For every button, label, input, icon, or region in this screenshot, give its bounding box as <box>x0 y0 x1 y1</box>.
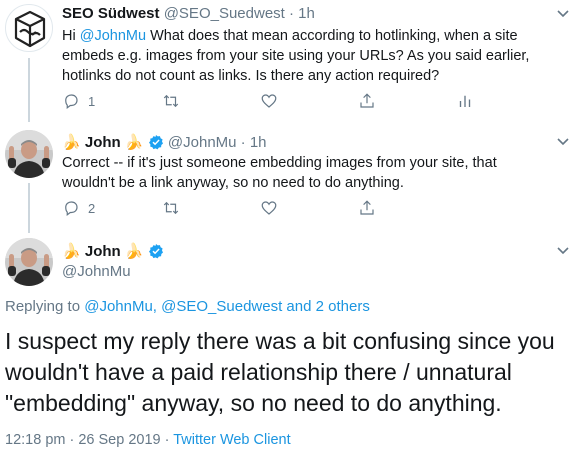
more-menu-button[interactable] <box>556 6 570 25</box>
reply-icon <box>65 201 78 216</box>
client-link[interactable]: Twitter Web Client <box>173 432 290 448</box>
retweet-icon <box>163 201 179 215</box>
share-button[interactable] <box>358 199 376 217</box>
person-photo-icon <box>5 238 53 286</box>
more-menu-button[interactable] <box>556 243 570 262</box>
verified-badge-icon <box>148 135 163 150</box>
timestamp[interactable]: 1h <box>250 134 267 151</box>
banana-emoji: 🍌 <box>62 134 81 151</box>
banana-emoji: 🍌 <box>124 243 144 260</box>
analytics-button[interactable] <box>456 92 474 110</box>
thread-line <box>28 183 30 233</box>
tweet-timestamp[interactable]: 12:18 pm · 26 Sep 2019 <box>5 432 161 448</box>
tweet-text: Hi @JohnMu What does that mean according… <box>62 26 562 86</box>
chevron-down-icon <box>557 138 569 146</box>
replying-to-link[interactable]: @JohnMu, @SEO_Suedwest and 2 others <box>84 298 370 315</box>
person-photo-icon <box>5 130 53 178</box>
main-tweet-text: I suspect my reply there was a bit confu… <box>5 328 555 416</box>
reply-count: 2 <box>88 200 96 216</box>
like-button[interactable] <box>260 92 278 110</box>
text-prefix: Hi <box>62 28 80 44</box>
handle[interactable]: @SEO_Suedwest <box>164 5 285 22</box>
john-avatar[interactable] <box>5 238 53 286</box>
banana-emoji: 🍌 <box>62 243 81 260</box>
analytics-icon <box>459 95 471 107</box>
tweet-header: 🍌 John 🍌 @JohnMu · 1h <box>62 133 552 153</box>
reply-button[interactable]: 2 <box>62 199 95 217</box>
display-name[interactable]: SEO Südwest <box>62 5 160 22</box>
heart-icon <box>261 201 277 215</box>
heart-icon <box>261 94 277 108</box>
display-name[interactable]: John <box>85 134 121 151</box>
reply-icon <box>65 94 78 109</box>
more-menu-button[interactable] <box>556 134 570 153</box>
handle[interactable]: @JohnMu <box>168 134 237 151</box>
meta-separator: · <box>160 432 174 448</box>
banana-emoji: 🍌 <box>124 134 144 151</box>
like-button[interactable] <box>260 199 278 217</box>
chevron-down-icon <box>557 247 569 255</box>
separator: · <box>240 134 246 151</box>
reply-button[interactable]: 1 <box>62 92 95 110</box>
john-avatar[interactable] <box>5 130 53 178</box>
handle[interactable]: @JohnMu <box>62 263 131 280</box>
replying-to: Replying to @JohnMu, @SEO_Suedwest and 2… <box>5 298 370 315</box>
tweet-header: SEO Südwest @SEO_Suedwest · 1h <box>62 5 562 25</box>
retweet-icon <box>163 94 179 108</box>
reply-count: 1 <box>88 93 96 109</box>
main-author-name-row: 🍌 John 🍌 <box>62 242 164 260</box>
verified-badge-icon <box>148 244 163 259</box>
share-icon <box>360 200 374 215</box>
mention-link[interactable]: @JohnMu <box>80 28 146 44</box>
replying-to-prefix: Replying to <box>5 298 85 315</box>
timestamp[interactable]: 1h <box>298 5 315 22</box>
tweet-meta: 12:18 pm · 26 Sep 2019 · Twitter Web Cli… <box>5 432 291 448</box>
tweet-text: Correct -- if it's just someone embeddin… <box>62 155 497 191</box>
seo-suedwest-logo-icon <box>14 10 46 48</box>
thread-line <box>28 58 30 122</box>
retweet-button[interactable] <box>162 92 180 110</box>
display-name[interactable]: John <box>85 243 121 260</box>
chevron-down-icon <box>557 10 569 18</box>
seo-suedwest-avatar[interactable] <box>5 4 53 52</box>
share-icon <box>360 93 374 108</box>
retweet-button[interactable] <box>162 199 180 217</box>
share-button[interactable] <box>358 92 376 110</box>
separator: · <box>289 5 294 22</box>
